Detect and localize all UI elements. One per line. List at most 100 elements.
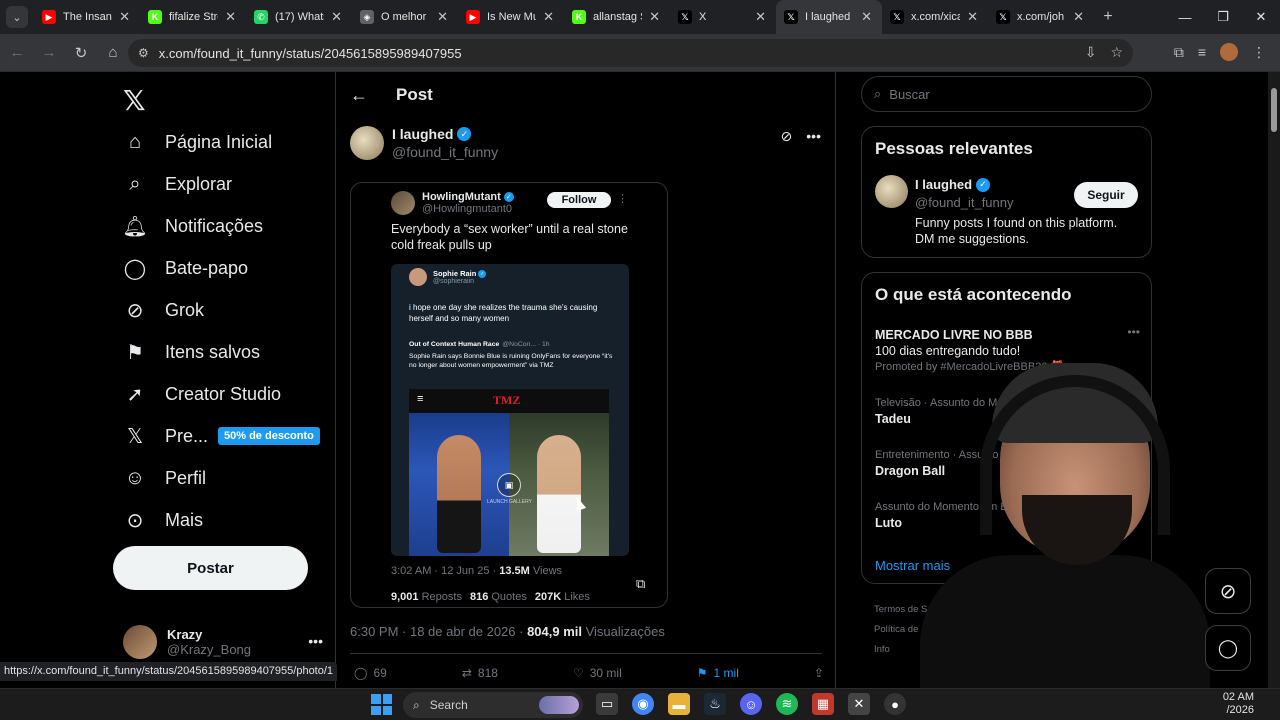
- tab-close-icon[interactable]: ✕: [225, 9, 236, 25]
- forward-button[interactable]: →: [34, 38, 64, 68]
- nav-item-notifications[interactable]: 🔔︎ Notificações: [122, 208, 263, 244]
- tab-close-icon[interactable]: ✕: [649, 9, 660, 25]
- quote-name: Out of Context Human Race: [409, 341, 500, 348]
- task-view-icon[interactable]: ▭: [596, 693, 618, 715]
- screenshot-author: Sophie Rain ✓ @sophieraiin: [409, 268, 487, 286]
- omnibox[interactable]: ⚙ x.com/found_it_funny/status/2045615895…: [128, 39, 1133, 67]
- nav-item-label: Pre...: [165, 425, 209, 446]
- messages-float-button[interactable]: ◯: [1205, 625, 1251, 671]
- nav-item-chat[interactable]: ◯ Bate-papo: [123, 250, 248, 286]
- back-arrow-icon[interactable]: ←: [350, 85, 368, 106]
- nav-item-more[interactable]: ⊙ Mais: [123, 502, 203, 538]
- chrome-icon[interactable]: ◉: [632, 693, 654, 715]
- author-name[interactable]: I laughed: [392, 126, 453, 142]
- author-handle[interactable]: @found_it_funny: [392, 144, 498, 160]
- tab-close-icon[interactable]: ✕: [437, 9, 448, 25]
- scrollbar-thumb[interactable]: [1271, 88, 1277, 132]
- repost-button[interactable]: ⇄ 818: [462, 666, 498, 680]
- home-button[interactable]: ⌂: [98, 38, 128, 68]
- account-switcher[interactable]: Krazy @Krazy_Bong •••: [123, 625, 323, 659]
- notifications-icon: 🔔︎: [122, 215, 148, 238]
- nav-item-grok[interactable]: ⊘ Grok: [123, 292, 204, 328]
- tab-close-icon[interactable]: ✕: [861, 9, 872, 25]
- bookmark-star-icon[interactable]: ☆: [1110, 44, 1123, 61]
- avatar: [123, 625, 157, 659]
- like-button[interactable]: ♡ 30 mil: [573, 666, 622, 680]
- screenshot-author-name: Sophie Rain: [433, 269, 477, 278]
- alt-image-icon[interactable]: ⧉: [636, 576, 645, 592]
- nav-item-bookmarks[interactable]: ⚑ Itens salvos: [123, 334, 260, 370]
- search-icon: ⌕: [874, 86, 882, 101]
- relevant-people-title: Pessoas relevantes: [875, 139, 1033, 158]
- embed-author-name: HowlingMutant: [422, 191, 501, 203]
- browser-tab[interactable]: 𝕏x.com/joh ✕: [988, 0, 1094, 34]
- tab-favicon-icon: 𝕏: [678, 10, 692, 24]
- media-controls-icon[interactable]: ≡: [1198, 44, 1206, 60]
- browser-tab[interactable]: ✆ (17) Whats ✕: [246, 0, 352, 34]
- nav-item-creator-studio[interactable]: ➚ Creator Studio: [123, 376, 281, 412]
- tab-close-icon[interactable]: ✕: [543, 9, 554, 25]
- x-logo-icon[interactable]: 𝕏: [123, 84, 146, 117]
- profile-avatar[interactable]: [1220, 43, 1238, 61]
- taskbar-search[interactable]: ⌕ Search: [403, 692, 583, 718]
- maximize-button[interactable]: ❐: [1204, 0, 1242, 34]
- browser-tab[interactable]: ▶ The Insane ✕: [34, 0, 140, 34]
- browser-tab-bar: ⌄ ▶ The Insane ✕ Kfifalize Stre ✕ ✆ (17) Whats…: [0, 0, 1280, 34]
- browser-tab[interactable]: 𝕏 X ✕: [670, 0, 776, 34]
- obs-icon[interactable]: ●: [884, 693, 906, 715]
- more-options-icon[interactable]: •••: [806, 128, 821, 145]
- search-highlight-image: [539, 696, 579, 714]
- browser-tab[interactable]: Kfifalize Stre ✕: [140, 0, 246, 34]
- share-button[interactable]: ⇪: [814, 666, 824, 680]
- discord-icon[interactable]: ☺: [740, 693, 762, 715]
- post-media[interactable]: HowlingMutant ✓ @Howlingmutant0 Follow ⋮ …: [350, 182, 668, 608]
- spotify-icon[interactable]: ≋: [776, 693, 798, 715]
- tab-close-icon[interactable]: ✕: [755, 9, 766, 25]
- post-button[interactable]: Postar: [113, 546, 308, 590]
- browser-tab[interactable]: 𝕏x.com/xica ✕: [882, 0, 988, 34]
- avatar[interactable]: [350, 126, 384, 160]
- tab-close-icon[interactable]: ✕: [119, 9, 130, 25]
- grok-icon[interactable]: ⊘: [781, 128, 793, 145]
- file-explorer-icon[interactable]: ▬: [668, 693, 690, 715]
- tab-close-icon[interactable]: ✕: [331, 9, 342, 25]
- trend-more-icon[interactable]: •••: [1127, 325, 1140, 339]
- follow-button[interactable]: Seguir: [1074, 182, 1138, 208]
- tab-search-button[interactable]: ⌄: [0, 0, 34, 34]
- steam-icon[interactable]: ♨: [704, 693, 726, 715]
- new-tab-button[interactable]: +: [1094, 8, 1122, 26]
- tab-close-icon[interactable]: ✕: [1073, 9, 1084, 25]
- extensions-icon[interactable]: ⧉: [1174, 44, 1184, 61]
- scrollbar[interactable]: [1268, 72, 1280, 688]
- nav-item-label: Grok: [165, 299, 205, 320]
- browser-tab[interactable]: ▶ Is New Mu ✕: [458, 0, 564, 34]
- chrome-menu-icon[interactable]: ⋮: [1252, 44, 1266, 61]
- search-input[interactable]: ⌕ Buscar: [861, 76, 1152, 112]
- nav-item-premium[interactable]: 𝕏 Pre... 50% de desconto: [123, 418, 320, 454]
- screenshot-author-handle: @sophieraiin: [433, 278, 474, 285]
- embed-text: Everybody a “sex worker” until a real st…: [391, 222, 628, 252]
- browser-tab[interactable]: 𝕏 I laughed ✕: [776, 0, 882, 34]
- nav-item-home[interactable]: ⌂ Página Inicial: [123, 124, 272, 160]
- reply-button[interactable]: ◯ 69: [354, 666, 387, 680]
- reload-button[interactable]: ↻: [66, 38, 96, 68]
- grok-float-button[interactable]: ⊘: [1205, 568, 1251, 614]
- clock[interactable]: 02 AM /2026: [1223, 689, 1254, 717]
- nav-item-label: Bate-papo: [165, 257, 249, 278]
- site-info-icon[interactable]: ⚙: [138, 46, 149, 60]
- close-window-button[interactable]: ✕: [1242, 0, 1280, 34]
- back-button[interactable]: ←: [2, 38, 32, 68]
- premium-discount-badge: 50% de desconto: [218, 427, 320, 445]
- nav-item-explore[interactable]: ⌕ Explorar: [123, 166, 232, 202]
- browser-tab[interactable]: ◈ O melhor ✕: [352, 0, 458, 34]
- windows-start-icon[interactable]: [371, 694, 392, 715]
- tab-close-icon[interactable]: ✕: [967, 9, 978, 25]
- app-icon[interactable]: ▦: [812, 693, 834, 715]
- install-app-icon[interactable]: ⇩: [1085, 44, 1097, 61]
- browser-tab[interactable]: Kallanstag S ✕: [564, 0, 670, 34]
- tools-icon[interactable]: ✕: [848, 693, 870, 715]
- minimize-button[interactable]: —: [1166, 0, 1204, 34]
- nav-item-profile[interactable]: ☺ Perfil: [123, 460, 206, 496]
- bookmark-button[interactable]: ⚑ 1 mil: [697, 666, 739, 680]
- verified-icon: ✓: [457, 127, 472, 141]
